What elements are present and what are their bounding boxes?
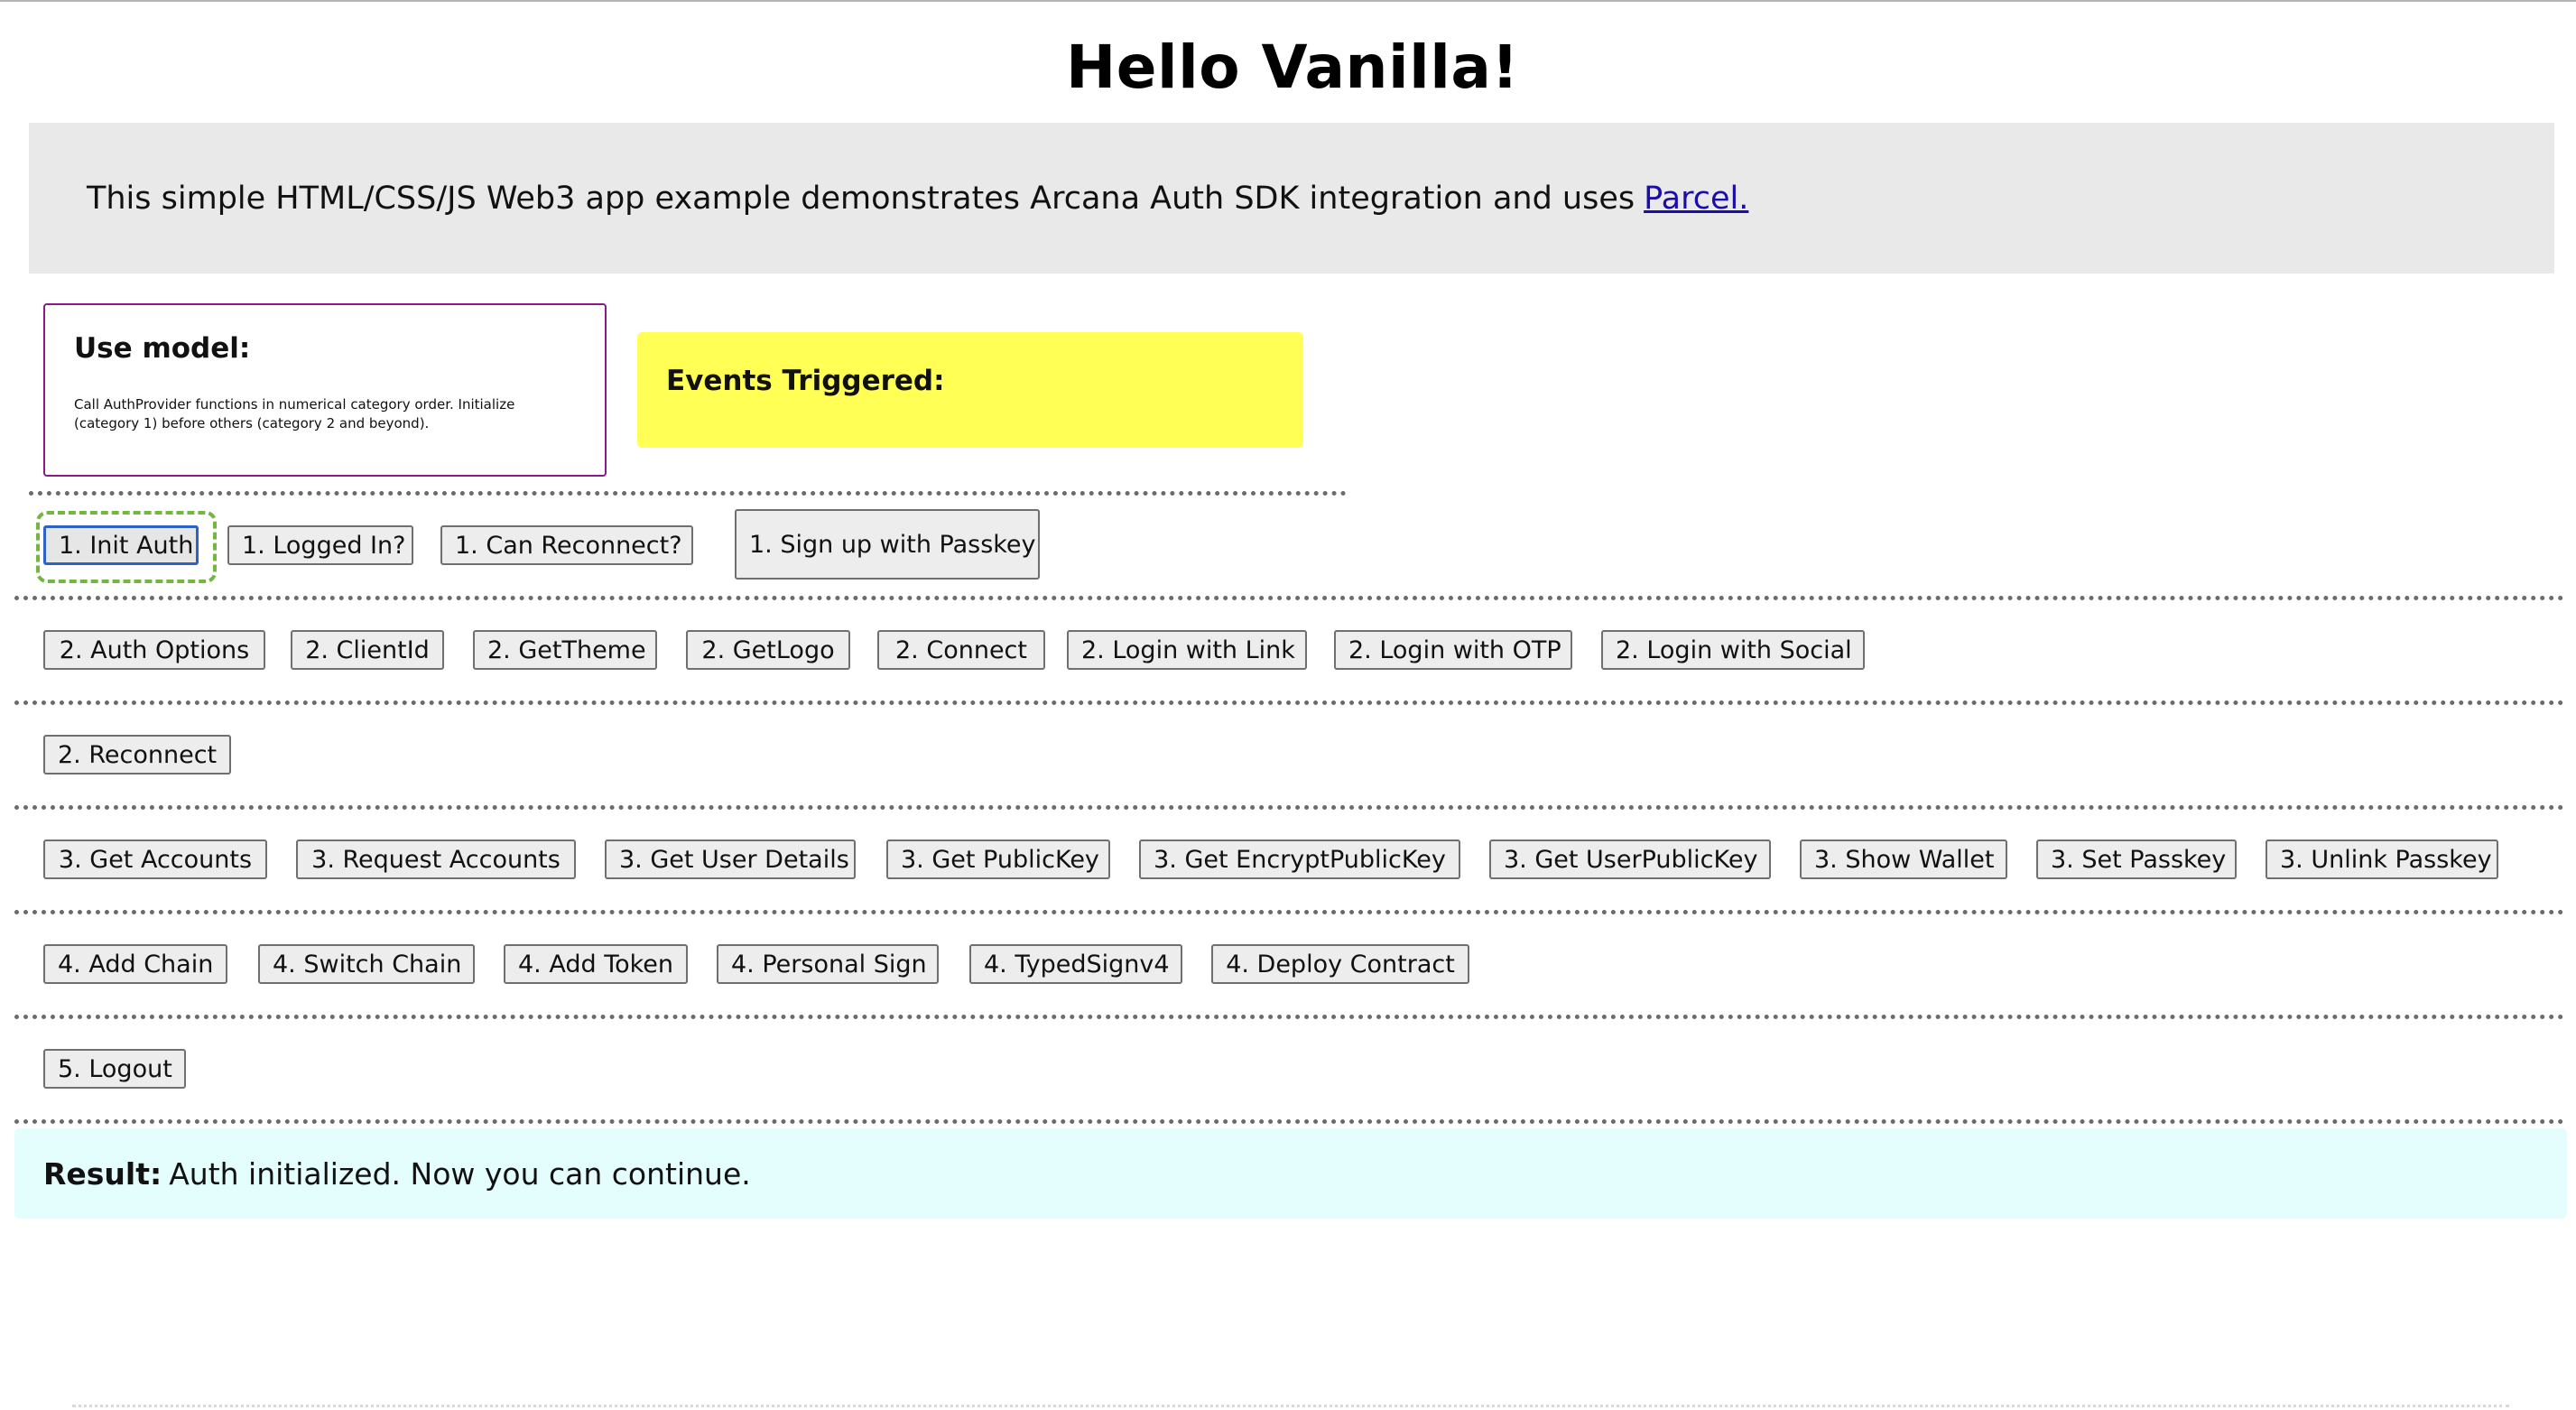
typed-sign-v4-button[interactable]: 4. TypedSignv4 <box>969 944 1182 984</box>
get-encrypt-public-key-button[interactable]: 3. Get EncryptPublicKey <box>1139 840 1460 879</box>
events-triggered-box: Events Triggered: <box>637 332 1303 448</box>
separator-3 <box>14 700 2565 705</box>
auth-options-button[interactable]: 2. Auth Options <box>43 630 265 670</box>
intro-banner: This simple HTML/CSS/JS Web3 app example… <box>29 123 2554 274</box>
set-passkey-button[interactable]: 3. Set Passkey <box>2036 840 2237 879</box>
use-model-text: Call AuthProvider functions in numerical… <box>74 396 515 431</box>
result-label: Result: <box>43 1155 162 1192</box>
bottom-separator <box>72 1405 2509 1407</box>
use-model-box: Use model: Call AuthProvider functions i… <box>43 303 607 477</box>
can-reconnect-button[interactable]: 1. Can Reconnect? <box>440 525 693 565</box>
get-theme-button[interactable]: 2. GetTheme <box>473 630 657 670</box>
separator-1 <box>29 491 1347 496</box>
logged-in-button[interactable]: 1. Logged In? <box>227 525 413 565</box>
parcel-link[interactable]: Parcel. <box>1644 181 1748 217</box>
client-id-button[interactable]: 2. ClientId <box>291 630 444 670</box>
events-heading: Events Triggered: <box>666 365 945 397</box>
result-text: Auth initialized. Now you can continue. <box>169 1155 751 1192</box>
get-public-key-button[interactable]: 3. Get PublicKey <box>886 840 1110 879</box>
result-panel: Result: Auth initialized. Now you can co… <box>14 1128 2567 1219</box>
unlink-passkey-button[interactable]: 3. Unlink Passkey <box>2266 840 2498 879</box>
get-user-details-button[interactable]: 3. Get User Details <box>605 840 856 879</box>
deploy-contract-button[interactable]: 4. Deploy Contract <box>1211 944 1469 984</box>
top-border <box>0 0 2576 2</box>
switch-chain-button[interactable]: 4. Switch Chain <box>258 944 475 984</box>
intro-text: This simple HTML/CSS/JS Web3 app example… <box>87 180 1635 217</box>
logout-button[interactable]: 5. Logout <box>43 1049 186 1089</box>
reconnect-button[interactable]: 2. Reconnect <box>43 735 231 775</box>
init-auth-button[interactable]: 1. Init Auth <box>43 525 199 565</box>
page-title: Hello Vanilla! <box>1065 32 1520 102</box>
request-accounts-button[interactable]: 3. Request Accounts <box>296 840 576 879</box>
separator-4 <box>14 805 2565 810</box>
connect-button[interactable]: 2. Connect <box>877 630 1045 670</box>
separator-7 <box>14 1119 2565 1124</box>
show-wallet-button[interactable]: 3. Show Wallet <box>1800 840 2007 879</box>
personal-sign-button[interactable]: 4. Personal Sign <box>717 944 939 984</box>
login-with-social-button[interactable]: 2. Login with Social <box>1601 630 1865 670</box>
get-user-public-key-button[interactable]: 3. Get UserPublicKey <box>1489 840 1771 879</box>
get-accounts-button[interactable]: 3. Get Accounts <box>43 840 267 879</box>
add-chain-button[interactable]: 4. Add Chain <box>43 944 227 984</box>
separator-2 <box>14 596 2565 600</box>
add-token-button[interactable]: 4. Add Token <box>504 944 688 984</box>
use-model-heading: Use model: <box>74 332 251 365</box>
sign-up-passkey-button[interactable]: 1. Sign up with Passkey <box>735 509 1040 580</box>
separator-5 <box>14 910 2565 914</box>
login-with-link-button[interactable]: 2. Login with Link <box>1067 630 1307 670</box>
get-logo-button[interactable]: 2. GetLogo <box>686 630 850 670</box>
separator-6 <box>14 1015 2565 1019</box>
login-with-otp-button[interactable]: 2. Login with OTP <box>1334 630 1572 670</box>
